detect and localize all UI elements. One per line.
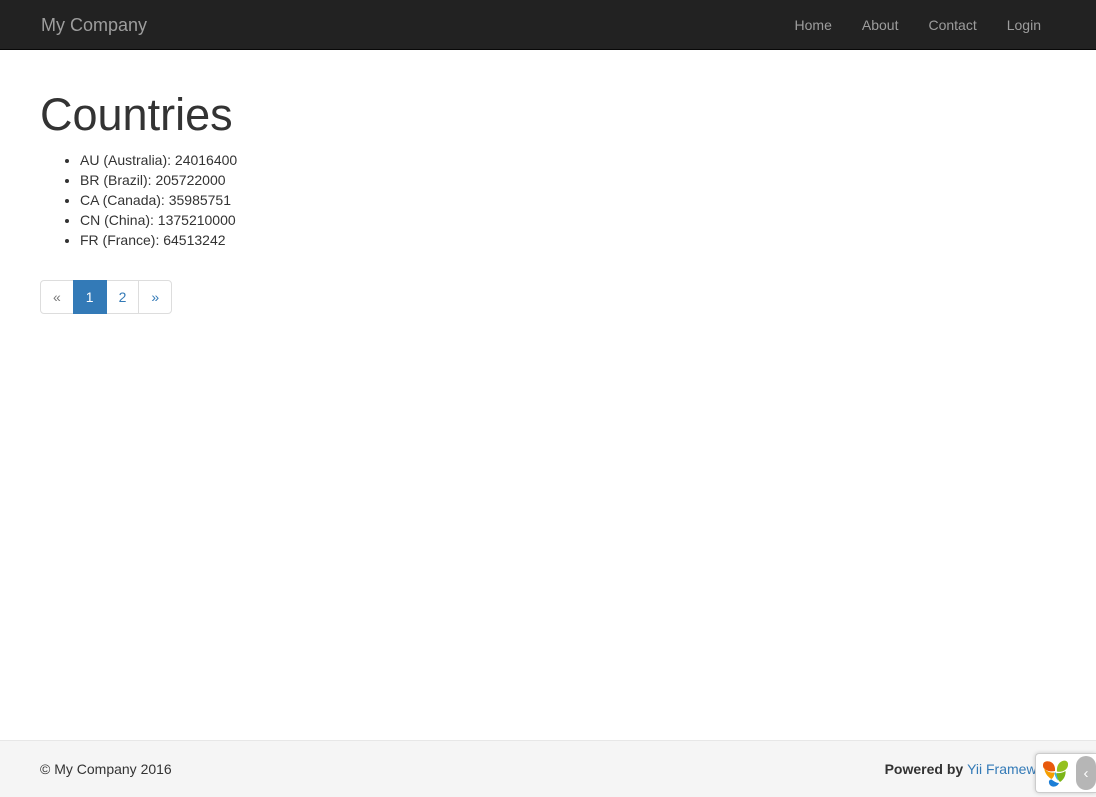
list-item: CN (China): 1375210000: [80, 210, 1056, 230]
navbar-inner: My Company Home About Contact Login: [40, 0, 1056, 49]
nav-item-contact[interactable]: Contact: [913, 0, 991, 50]
nav-item-home[interactable]: Home: [780, 0, 847, 50]
main-container: Countries AU (Australia): 24016400 BR (B…: [0, 50, 1096, 339]
footer-copyright: © My Company 2016: [40, 759, 172, 779]
navbar-nav: Home About Contact Login: [780, 0, 1056, 50]
navbar-brand[interactable]: My Company: [41, 15, 147, 35]
yii-logo-icon: [1040, 757, 1072, 789]
list-item: FR (France): 64513242: [80, 230, 1056, 250]
list-item: CA (Canada): 35985751: [80, 190, 1056, 210]
nav-link-about[interactable]: About: [847, 0, 914, 50]
debug-toolbar-toggle-icon[interactable]: ‹: [1076, 756, 1096, 790]
content-inner: Countries AU (Australia): 24016400 BR (B…: [40, 90, 1056, 339]
page-wrapper: My Company Home About Contact Login Coun…: [0, 0, 1096, 797]
pagination-page-1-link[interactable]: 1: [73, 280, 107, 314]
top-navbar: My Company Home About Contact Login: [0, 0, 1096, 50]
list-item: AU (Australia): 24016400: [80, 150, 1056, 170]
pagination-page-2-link[interactable]: 2: [106, 280, 140, 314]
pagination-prev-link[interactable]: «: [40, 280, 74, 314]
nav-item-login[interactable]: Login: [992, 0, 1056, 50]
country-list: AU (Australia): 24016400 BR (Brazil): 20…: [40, 150, 1056, 250]
powered-by-label: Powered by: [885, 761, 964, 777]
nav-link-home[interactable]: Home: [780, 0, 847, 50]
nav-link-contact[interactable]: Contact: [913, 0, 991, 50]
page-footer: © My Company 2016 Powered by Yii Framewo…: [0, 740, 1096, 797]
pagination-next-link[interactable]: »: [138, 280, 172, 314]
pagination: « 1 2 »: [40, 280, 172, 314]
page-title: Countries: [40, 90, 1056, 140]
yii-debug-toolbar[interactable]: ‹: [1035, 753, 1096, 793]
footer-inner: © My Company 2016 Powered by Yii Framewo…: [40, 741, 1056, 797]
list-item: BR (Brazil): 205722000: [80, 170, 1056, 190]
footer-powered-by: Powered by Yii Framework: [885, 759, 1056, 779]
nav-item-about[interactable]: About: [847, 0, 914, 50]
nav-link-login[interactable]: Login: [992, 0, 1056, 50]
